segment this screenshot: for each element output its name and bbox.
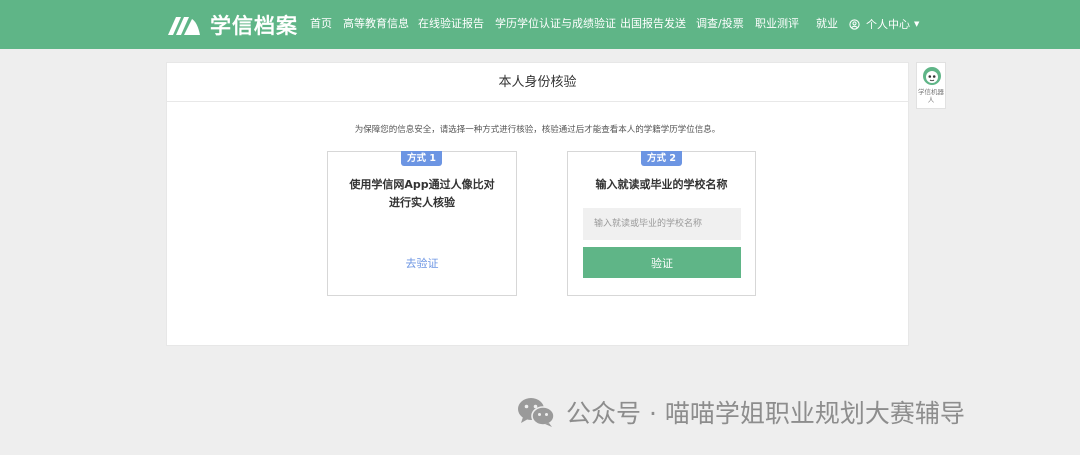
- method-2-badge: 方式 2: [641, 151, 682, 166]
- page-title: 本人身份核验: [167, 63, 908, 102]
- brand-logo[interactable]: 学信档案: [166, 9, 298, 41]
- xuexin-robot-widget[interactable]: 学信机器人: [916, 62, 946, 109]
- nav-item-home[interactable]: 首页: [310, 17, 332, 31]
- user-center-label: 个人中心: [866, 18, 910, 31]
- robot-label: 学信机器人: [918, 88, 944, 104]
- nav-item-survey[interactable]: 调查/投票: [696, 17, 744, 31]
- nav-item-cert[interactable]: 学历学位认证与成绩验证: [495, 17, 616, 31]
- verify-button[interactable]: 验证: [583, 247, 741, 278]
- user-circle-icon: [849, 18, 860, 30]
- school-name-input[interactable]: [583, 208, 741, 240]
- user-center-menu[interactable]: 个人中心 ▼: [849, 16, 919, 32]
- go-verify-link[interactable]: 去验证: [328, 255, 516, 271]
- top-navbar: 学信档案 首页 高等教育信息 在线验证报告 学历学位认证与成绩验证 出国报告发送…: [0, 0, 1080, 49]
- nav-item-abroad[interactable]: 出国报告发送: [620, 17, 686, 31]
- method-2-box: 方式 2 输入就读或毕业的学校名称 验证: [567, 151, 756, 296]
- watermark: 公众号 · 喵喵学姐职业规划大赛辅导: [516, 394, 965, 430]
- method-1-box: 方式 1 使用学信网App通过人像比对进行实人核验 去验证: [327, 151, 517, 296]
- wechat-icon: [518, 398, 555, 427]
- brand-name: 学信档案: [210, 14, 298, 38]
- nav-item-job[interactable]: 就业: [816, 17, 838, 31]
- watermark-text: 公众号 · 喵喵学姐职业规划大赛辅导: [566, 399, 965, 428]
- method-1-title: 使用学信网App通过人像比对进行实人核验: [349, 178, 495, 209]
- method-1-badge: 方式 1: [401, 151, 442, 166]
- book-logo-icon: [168, 17, 200, 35]
- robot-icon: [923, 67, 941, 85]
- verification-notice: 为保障您的信息安全，请选择一种方式进行核验，核验通过后才能查看本人的学籍学历学位…: [354, 125, 721, 135]
- nav-item-online-report[interactable]: 在线验证报告: [418, 17, 484, 31]
- identity-verification-card: 本人身份核验 为保障您的信息安全，请选择一种方式进行核验，核验通过后才能查看本人…: [166, 62, 909, 346]
- caret-down-icon: ▼: [914, 20, 920, 28]
- method-2-title: 输入就读或毕业的学校名称: [595, 178, 728, 191]
- nav-item-higher-edu[interactable]: 高等教育信息: [343, 17, 409, 31]
- nav-item-career[interactable]: 职业测评: [755, 17, 799, 31]
